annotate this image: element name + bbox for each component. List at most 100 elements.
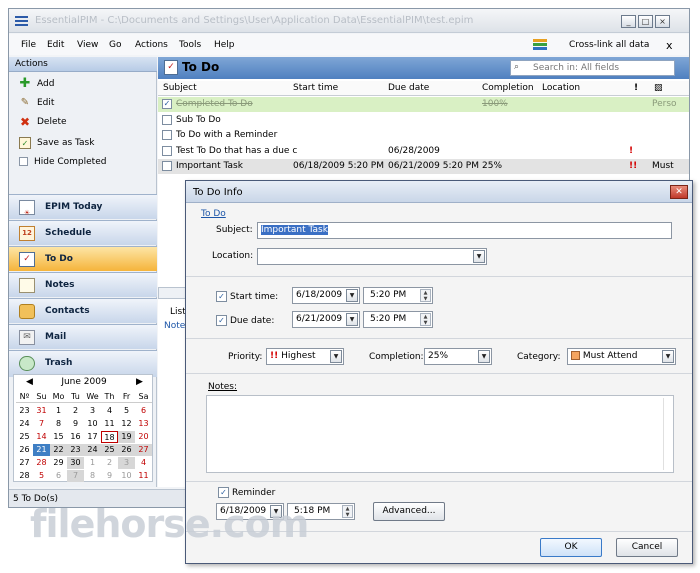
- calendar-day[interactable]: 3: [84, 405, 101, 417]
- table-row[interactable]: Sub To Do: [158, 113, 689, 128]
- nav-trash[interactable]: Trash: [9, 350, 157, 377]
- calendar-day[interactable]: 11: [101, 418, 118, 430]
- minimize-button[interactable]: _: [621, 15, 636, 28]
- calendar-day[interactable]: 8: [84, 470, 101, 482]
- calendar-day[interactable]: 18: [101, 431, 118, 443]
- row-checkbox[interactable]: [162, 130, 172, 140]
- subject-field[interactable]: Important Task: [257, 222, 672, 239]
- row-checkbox[interactable]: [162, 145, 172, 156]
- col-location[interactable]: Location: [542, 83, 580, 93]
- calendar-day[interactable]: 4: [135, 457, 152, 469]
- col-priority[interactable]: !: [634, 83, 638, 93]
- table-row[interactable]: To Do with a Reminder: [158, 128, 689, 143]
- calendar-day[interactable]: 28: [33, 457, 50, 469]
- calendar-day[interactable]: 30: [67, 457, 84, 469]
- title-bar[interactable]: EssentialPIM - C:\Documents and Settings…: [9, 9, 689, 33]
- col-due-date[interactable]: Due date: [388, 83, 429, 93]
- action-edit[interactable]: ✎ Edit: [19, 96, 55, 110]
- row-checkbox[interactable]: ✓: [162, 99, 172, 109]
- calendar-day[interactable]: 2: [101, 457, 118, 469]
- calendar-day[interactable]: 3: [118, 457, 135, 469]
- calendar-day[interactable]: 5: [118, 405, 135, 417]
- ok-button[interactable]: OK: [540, 538, 602, 557]
- action-add[interactable]: ✚ Add: [19, 77, 55, 91]
- nav-schedule[interactable]: 12 Schedule: [9, 220, 157, 245]
- dialog-title-bar[interactable]: To Do Info ✕: [186, 181, 692, 203]
- nav-mail[interactable]: ✉ Mail: [9, 324, 157, 349]
- calendar-day[interactable]: 13: [135, 418, 152, 430]
- horizontal-scrollbar[interactable]: [158, 287, 186, 299]
- menu-tools[interactable]: Tools: [179, 40, 201, 50]
- calendar-day[interactable]: 26: [118, 444, 135, 456]
- col-completion[interactable]: Completion: [482, 83, 534, 93]
- notes-scrollbar[interactable]: [663, 398, 671, 470]
- cancel-button[interactable]: Cancel: [616, 538, 678, 557]
- calendar-day[interactable]: 10: [118, 470, 135, 482]
- completion-dropdown-icon[interactable]: ▼: [478, 350, 490, 363]
- tab-list[interactable]: List: [170, 307, 186, 317]
- start-date-dropdown-icon[interactable]: ▼: [346, 289, 358, 302]
- menu-close-icon[interactable]: x: [666, 39, 673, 52]
- priority-dropdown-icon[interactable]: ▼: [330, 350, 342, 363]
- nav-contacts[interactable]: Contacts: [9, 298, 157, 323]
- calendar-day[interactable]: 7: [67, 470, 84, 482]
- calendar-day[interactable]: 14: [33, 431, 50, 443]
- due-date-field[interactable]: 6/21/2009 ▼: [292, 311, 360, 328]
- calendar-day[interactable]: 5: [33, 470, 50, 482]
- calendar-day[interactable]: 19: [118, 431, 135, 443]
- action-delete[interactable]: ✖ Delete: [19, 115, 67, 129]
- search-input[interactable]: Search in: All fields: [510, 60, 675, 76]
- calendar-day[interactable]: 6: [135, 405, 152, 417]
- calendar-day[interactable]: 11: [135, 470, 152, 482]
- reminder-checkbox[interactable]: ✓: [218, 487, 229, 498]
- due-time-spinner-icon[interactable]: ▲ ▼: [420, 313, 431, 326]
- next-month-icon[interactable]: ▶: [136, 377, 143, 387]
- hide-completed-checkbox[interactable]: [19, 157, 28, 166]
- calendar-day[interactable]: 7: [33, 418, 50, 430]
- calendar-day[interactable]: 9: [67, 418, 84, 430]
- nav-notes[interactable]: Notes: [9, 272, 157, 297]
- dialog-breadcrumb-link[interactable]: To Do: [201, 209, 226, 219]
- menu-edit[interactable]: Edit: [47, 40, 64, 50]
- prev-month-icon[interactable]: ◀: [26, 377, 33, 387]
- nav-to-do[interactable]: ✓ To Do: [9, 246, 157, 271]
- col-category-icon[interactable]: ▨: [654, 83, 663, 93]
- menu-go[interactable]: Go: [109, 40, 121, 50]
- table-row[interactable]: ✓ Completed To Do 100% Perso: [158, 97, 689, 112]
- maximize-button[interactable]: □: [638, 15, 653, 28]
- advanced-button[interactable]: Advanced...: [373, 502, 445, 521]
- calendar-day[interactable]: 1: [50, 405, 67, 417]
- reminder-time-spinner-icon[interactable]: ▲ ▼: [342, 505, 353, 518]
- category-select[interactable]: Must Attend ▼: [567, 348, 676, 365]
- crosslink-all-data-button[interactable]: Cross-link all data: [569, 40, 649, 50]
- menu-actions[interactable]: Actions: [135, 40, 168, 50]
- start-time-checkbox[interactable]: ✓: [216, 291, 227, 302]
- calendar-day[interactable]: 20: [135, 431, 152, 443]
- calendar-day[interactable]: 1: [84, 457, 101, 469]
- col-subject[interactable]: Subject: [163, 83, 197, 93]
- menu-help[interactable]: Help: [214, 40, 235, 50]
- start-time-spinner-icon[interactable]: ▲ ▼: [420, 289, 431, 302]
- calendar-day[interactable]: 16: [67, 431, 84, 443]
- table-row[interactable]: Test To Do that has a due c 06/28/2009!: [158, 144, 689, 159]
- calendar-day[interactable]: 27: [135, 444, 152, 456]
- due-date-checkbox[interactable]: ✓: [216, 315, 227, 326]
- calendar-day[interactable]: 6: [50, 470, 67, 482]
- calendar-day[interactable]: 25: [101, 444, 118, 456]
- location-dropdown-icon[interactable]: ▼: [473, 250, 485, 263]
- close-button[interactable]: ×: [655, 15, 670, 28]
- priority-select[interactable]: !! Highest ▼: [266, 348, 344, 365]
- notes-textarea[interactable]: [206, 395, 674, 473]
- action-save-as-task[interactable]: ✓ Save as Task: [19, 136, 94, 150]
- calendar-day[interactable]: 8: [50, 418, 67, 430]
- calendar-day[interactable]: 31: [33, 405, 50, 417]
- start-date-field[interactable]: 6/18/2009 ▼: [292, 287, 360, 304]
- calendar-day[interactable]: 4: [101, 405, 118, 417]
- calendar-day[interactable]: 21: [33, 444, 50, 456]
- row-checkbox[interactable]: [162, 161, 172, 171]
- calendar-day[interactable]: 29: [50, 457, 67, 469]
- calendar-day[interactable]: 23: [67, 444, 84, 456]
- due-date-dropdown-icon[interactable]: ▼: [346, 313, 358, 326]
- calendar-day[interactable]: 22: [50, 444, 67, 456]
- calendar-day[interactable]: 15: [50, 431, 67, 443]
